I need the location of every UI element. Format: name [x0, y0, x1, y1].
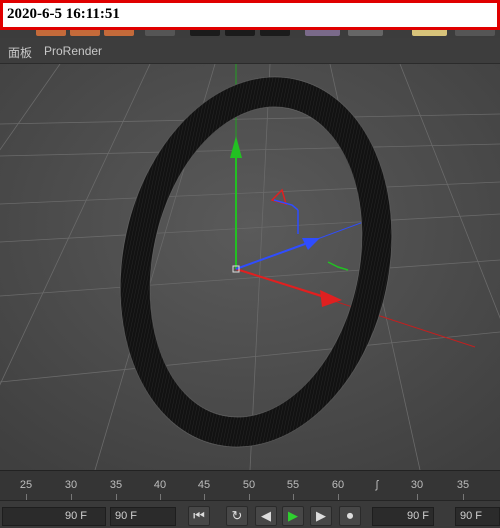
ruler-label: 40 [153, 479, 167, 491]
timeline-ruler[interactable]: 25 30 35 40 45 50 55 60 ʃ 30 35 [0, 470, 500, 500]
preview-end-value: 90 F [406, 510, 429, 522]
cinema4d-window: 2020-6-5 16:11:51 面板 ProRender 25 30 35 … [0, 0, 500, 528]
preview-end-field[interactable]: 90 F [372, 507, 434, 526]
ruler-label: 45 [197, 479, 211, 491]
end-frame-value: 90 F [115, 510, 138, 522]
transport-bar: 90 F 90 F ⏮ ↻ ◀ ▶ ▶ ⏺ 90 F 90 F [0, 500, 500, 528]
timestamp-text: 2020-6-5 16:11:51 [7, 6, 120, 22]
step-forward-icon[interactable]: ▶ [310, 506, 332, 526]
icon-toolbar [0, 30, 500, 38]
menu-prorender[interactable]: ProRender [44, 44, 102, 58]
toolbar-button[interactable] [348, 30, 383, 36]
toolbar-button[interactable] [104, 30, 134, 36]
toolbar-button[interactable] [305, 30, 340, 36]
frame-right-value: 90 F [460, 510, 483, 522]
ruler-label: 55 [286, 479, 300, 491]
ruler-label: 30 [64, 479, 78, 491]
toolbar-button[interactable] [70, 30, 100, 36]
ruler-label: 25 [19, 479, 33, 491]
viewport-menubar: 面板 ProRender [0, 38, 500, 64]
record-icon[interactable]: ⏺ [339, 506, 361, 526]
frame-field-right[interactable]: 90 F [455, 507, 500, 526]
loop-icon[interactable]: ↻ [226, 506, 248, 526]
end-frame-field[interactable]: 90 F [110, 507, 176, 526]
ruler-label: 30 [410, 479, 424, 491]
timestamp-banner: 2020-6-5 16:11:51 [0, 0, 500, 30]
step-back-icon[interactable]: ◀ [255, 506, 277, 526]
start-frame-field[interactable]: 90 F [2, 507, 106, 526]
go-to-start-icon[interactable]: ⏮ [188, 506, 210, 526]
ruler-label: 60 [331, 479, 345, 491]
toolbar-button[interactable] [145, 30, 175, 36]
ruler-label: 35 [109, 479, 123, 491]
toolbar-button[interactable] [260, 30, 290, 36]
ruler-label: ʃ [375, 479, 379, 491]
viewport-background [0, 64, 500, 470]
toolbar-button[interactable] [190, 30, 220, 36]
ruler-label: 50 [242, 479, 256, 491]
3d-viewport[interactable] [0, 64, 500, 470]
play-icon[interactable]: ▶ [282, 506, 304, 526]
start-frame-value: 90 F [64, 510, 87, 522]
viewport-canvas[interactable] [0, 64, 500, 470]
ruler-label: 35 [456, 479, 470, 491]
toolbar-button[interactable] [412, 30, 447, 36]
menu-panel[interactable]: 面板 [8, 44, 32, 61]
toolbar-button[interactable] [455, 30, 495, 36]
toolbar-button[interactable] [36, 30, 66, 36]
toolbar-button[interactable] [225, 30, 255, 36]
